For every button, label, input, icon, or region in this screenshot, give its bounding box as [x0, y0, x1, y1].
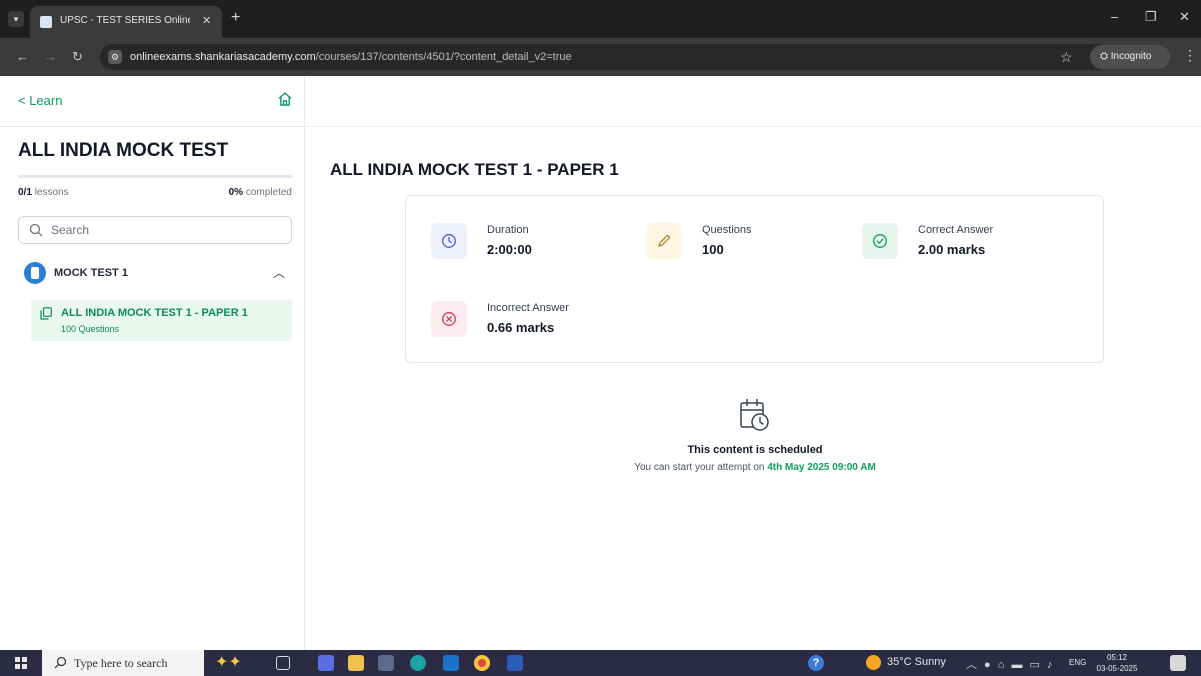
test-details-card: Duration 2:00:00 Questions 100 Correct A… — [405, 195, 1104, 363]
clock[interactable]: 05:12 03-05-2025 — [1094, 652, 1140, 674]
stat-label: Questions — [702, 224, 752, 236]
windows-taskbar: Type here to search ✦✦ ? 35°C Sunny ︿ ● … — [0, 650, 1201, 676]
forward-icon[interactable]: → — [44, 49, 57, 64]
course-title: ALL INDIA MOCK TEST — [18, 140, 229, 161]
incognito-badge[interactable]: ⛭ Incognito — [1090, 45, 1170, 69]
windows-start-icon[interactable] — [15, 657, 27, 669]
notifications-icon[interactable] — [1170, 655, 1186, 671]
stat-value: 2:00:00 — [487, 242, 532, 257]
language-indicator[interactable]: ENG — [1069, 658, 1086, 667]
clock-date: 03-05-2025 — [1096, 664, 1138, 673]
search-input[interactable] — [51, 223, 281, 237]
copilot-app-icon[interactable] — [318, 655, 334, 671]
url-text: onlineexams.shankariasacademy.com/course… — [130, 51, 572, 63]
search-box[interactable] — [18, 216, 292, 244]
clock-icon — [431, 223, 467, 259]
calendar-clock-icon — [740, 399, 769, 431]
lesson-title: ALL INDIA MOCK TEST 1 - PAPER 1 — [61, 307, 248, 319]
x-circle-icon — [431, 301, 467, 337]
system-tray-icons[interactable]: ︿ ● ⌂ ▬ ▭ ♪ — [966, 656, 1054, 672]
browser-tab[interactable]: UPSC - TEST SERIES Online Exa ✕ — [30, 6, 222, 38]
task-view-icon[interactable] — [276, 656, 290, 670]
taskbar-search-text: Type here to search — [74, 656, 168, 670]
page-title: ALL INDIA MOCK TEST 1 - PAPER 1 — [330, 160, 619, 179]
taskbar-search-box[interactable]: Type here to search — [42, 650, 204, 676]
site-info-icon[interactable]: ⚙ — [108, 50, 122, 64]
lesson-item-paper-1[interactable]: ALL INDIA MOCK TEST 1 - PAPER 1 100 Ques… — [31, 300, 292, 341]
edge-browser-icon[interactable] — [410, 655, 426, 671]
schedule-datetime: 4th May 2025 09:00 AM — [767, 462, 876, 473]
search-icon — [29, 223, 43, 237]
browser-menu-icon[interactable]: ⋮ — [1183, 47, 1197, 64]
course-sidebar: < Learn ALL INDIA MOCK TEST 0/1 lessons … — [0, 76, 305, 650]
home-icon[interactable] — [277, 91, 293, 107]
store-icon[interactable] — [378, 655, 394, 671]
stat-label: Correct Answer — [918, 224, 994, 236]
chrome-icon[interactable] — [474, 655, 490, 671]
course-progress-bar — [18, 175, 292, 178]
check-circle-icon — [862, 223, 898, 259]
file-explorer-icon[interactable] — [348, 655, 364, 671]
schedule-title: This content is scheduled — [687, 444, 823, 456]
stat-label: Duration — [487, 224, 529, 236]
tab-close-icon[interactable]: ✕ — [202, 14, 211, 27]
stat-value: 0.66 marks — [487, 320, 555, 335]
section-book-icon — [24, 262, 46, 284]
minimize-icon[interactable]: – — [1111, 9, 1118, 24]
back-icon[interactable]: ← — [16, 49, 29, 64]
search-icon — [54, 656, 67, 669]
help-icon[interactable]: ? — [808, 655, 824, 671]
favicon-icon — [40, 16, 52, 28]
lesson-question-count: 100 Questions — [61, 324, 120, 334]
word-icon[interactable] — [507, 655, 523, 671]
chevron-up-icon[interactable]: ︿ — [273, 264, 285, 281]
reload-icon[interactable]: ↻ — [72, 49, 83, 65]
copy-document-icon — [40, 307, 52, 320]
incognito-label: Incognito — [1110, 51, 1152, 62]
address-bar-row: ← → ↻ ⚙ onlineexams.shankariasacademy.co… — [0, 38, 1201, 76]
url-field[interactable]: ⚙ onlineexams.shankariasacademy.com/cour… — [100, 44, 1112, 70]
section-title: MOCK TEST 1 — [54, 267, 128, 279]
new-tab-icon[interactable]: + — [231, 9, 240, 27]
stat-label: Incorrect Answer — [487, 302, 569, 314]
schedule-message: You can start your attempt on 4th May 20… — [634, 462, 876, 473]
weather-text[interactable]: 35°C Sunny — [887, 656, 946, 668]
divider — [0, 126, 305, 127]
tab-title: UPSC - TEST SERIES Online Exa — [60, 15, 190, 26]
clock-time: 05:12 — [1106, 653, 1128, 662]
copilot-sparkle-icon[interactable]: ✦✦ — [215, 652, 242, 672]
tab-search-icon[interactable]: ▾ — [8, 11, 24, 27]
stat-value: 2.00 marks — [918, 242, 986, 257]
divider — [305, 126, 1201, 127]
completion-percent: 0% completed — [228, 187, 292, 198]
outlook-icon[interactable] — [443, 655, 459, 671]
restore-icon[interactable]: ❐ — [1145, 9, 1157, 25]
bookmark-star-icon[interactable]: ☆ — [1060, 49, 1073, 66]
browser-tab-bar: ▾ UPSC - TEST SERIES Online Exa ✕ + – ❐ … — [0, 0, 1201, 38]
pencil-icon — [646, 223, 682, 259]
stat-value: 100 — [702, 242, 724, 257]
weather-sun-icon[interactable] — [866, 655, 881, 670]
close-window-icon[interactable]: ✕ — [1179, 9, 1190, 25]
lessons-count: 0/1 lessons — [18, 187, 69, 198]
incognito-icon: ⛭ — [1100, 51, 1111, 62]
back-to-learn-link[interactable]: < Learn — [18, 93, 62, 108]
